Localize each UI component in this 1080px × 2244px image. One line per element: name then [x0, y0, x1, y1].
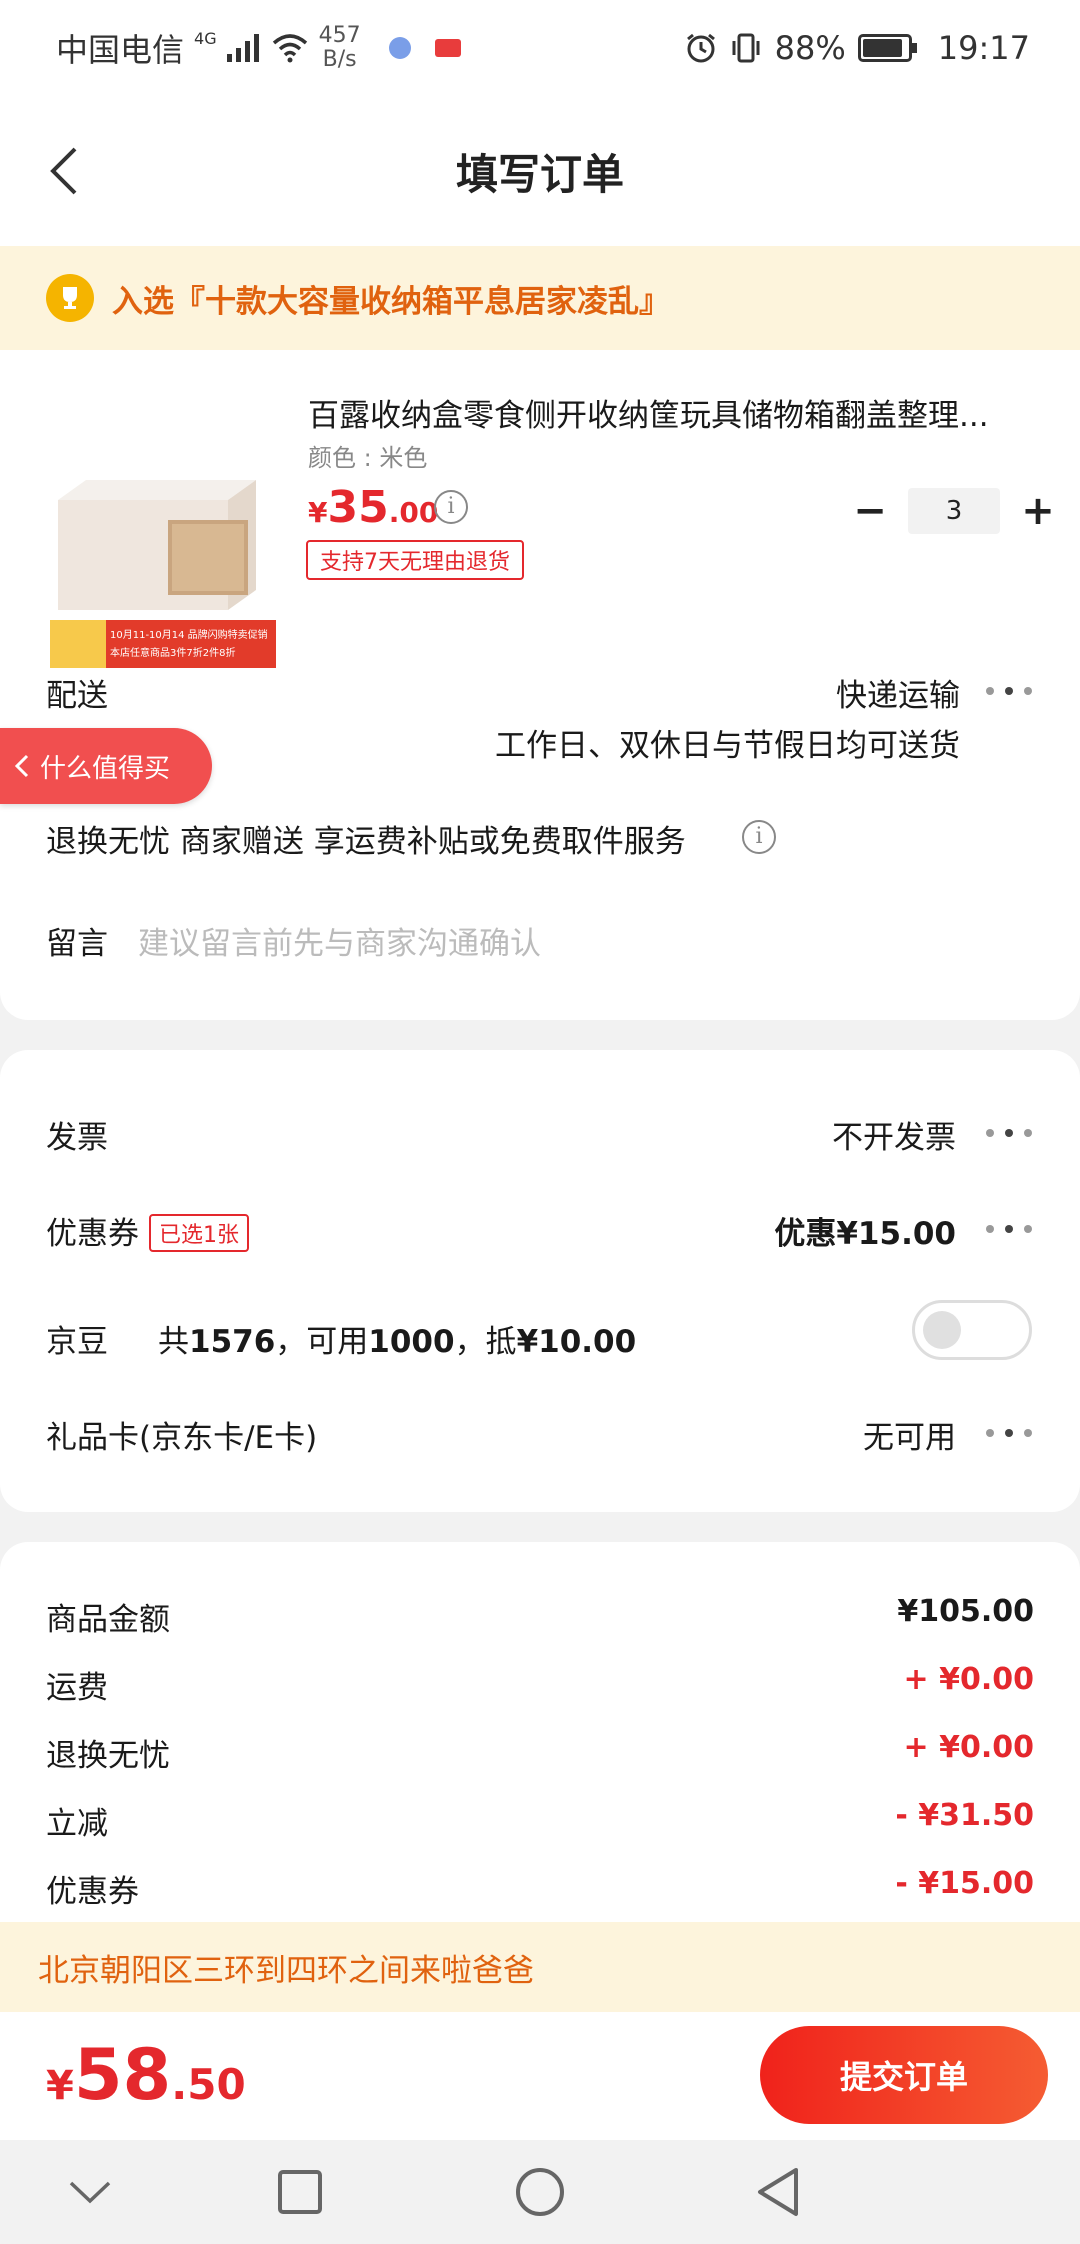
jingdou-desc: 共1576，可用1000，抵¥10.00	[158, 1324, 637, 1360]
vibrate-icon	[732, 33, 760, 63]
delivery-method[interactable]: 快递运输	[836, 670, 960, 715]
payment-options-card: 发票 不开发票 优惠券 已选1张 优惠¥15.00 京豆 共1576，可用1000…	[0, 1050, 1080, 1512]
smzdm-float-button[interactable]: 什么值得买	[0, 728, 212, 804]
summary-value: + ¥0.00	[903, 1730, 1034, 1765]
chevron-left-icon	[50, 147, 77, 195]
coupon-row[interactable]: 优惠券 已选1张	[46, 1208, 249, 1255]
coupon-more-icon[interactable]	[986, 1224, 1032, 1234]
collapse-button[interactable]	[60, 2162, 120, 2222]
invoice-label: 发票	[46, 1120, 108, 1156]
square-icon	[278, 2170, 322, 2214]
banner-text: 入选『十款大容量收纳箱平息居家凌乱』	[112, 283, 670, 320]
app-badge-icon	[434, 39, 461, 57]
float-button-label: 什么值得买	[40, 753, 171, 784]
alarm-icon	[686, 33, 715, 63]
product-price: ¥35.00	[308, 482, 439, 533]
summary-label: 立减	[46, 1806, 108, 1842]
address-bar[interactable]: 北京朝阳区三环到四环之间来啦爸爸	[0, 1922, 1080, 2012]
summary-label: 退换无忧	[46, 1738, 170, 1774]
home-button[interactable]	[510, 2162, 570, 2222]
product-card: 10月11-10月14 品牌闪购特卖促销 本店任意商品3件7折2件8折 百露收纳…	[0, 350, 1080, 1020]
invoice-more-icon[interactable]	[986, 1128, 1032, 1138]
order-total: ¥58.50	[46, 2034, 246, 2116]
minus-button[interactable]: −	[852, 488, 888, 534]
chevron-left-icon	[14, 754, 29, 778]
battery-icon	[857, 34, 917, 62]
jingdou-toggle[interactable]	[912, 1300, 1032, 1360]
summary-label: 商品金额	[46, 1602, 170, 1638]
delivery-note: 工作日、双休日与节假日均可送货	[495, 728, 960, 764]
return-policy-tag: 支持7天无理由退货	[306, 540, 524, 580]
recents-button[interactable]	[270, 2162, 330, 2222]
system-nav-bar	[0, 2140, 1080, 2244]
system-back-button[interactable]	[748, 2162, 808, 2222]
address-text: 北京朝阳区三环到四环之间来啦爸爸	[38, 1952, 534, 1989]
chevron-down-icon	[69, 2181, 111, 2204]
delivery-more-icon[interactable]	[986, 686, 1032, 696]
coupon-label: 优惠券	[46, 1216, 139, 1252]
trophy-icon	[46, 274, 94, 322]
return-service-info-icon[interactable]: i	[742, 820, 776, 854]
nav-bar: 填写订单	[0, 96, 1080, 246]
wifi-icon	[272, 34, 307, 63]
summary-label: 运费	[46, 1670, 108, 1706]
invoice-value[interactable]: 不开发票	[832, 1112, 956, 1157]
checkout-bar: ¥58.50 提交订单	[0, 2012, 1080, 2140]
quantity-stepper: − 3 +	[852, 488, 1056, 534]
product-spec[interactable]: 颜色 : 米色	[308, 438, 427, 473]
page-title: 填写订单	[455, 149, 624, 199]
product-title[interactable]: 百露收纳盒零食侧开收纳筐玩具储物箱翻盖整理...	[308, 390, 1028, 435]
price-summary-card: 商品金额 ¥105.00 运费 + ¥0.00 退换无忧 + ¥0.00 立减 …	[0, 1542, 1080, 1922]
summary-value: - ¥15.00	[895, 1866, 1034, 1901]
submit-order-button[interactable]: 提交订单	[760, 2026, 1048, 2124]
carrier-label: 中国电信	[56, 31, 185, 69]
gift-card-label: 礼品卡(京东卡/E卡)	[46, 1420, 318, 1456]
summary-label: 优惠券	[46, 1874, 139, 1910]
product-image-promo-line1: 10月11-10月14 品牌闪购特卖促销	[110, 628, 268, 641]
return-service-text: 退换无忧 商家赠送 享运费补贴或免费取件服务	[46, 824, 686, 860]
summary-value: - ¥31.50	[895, 1798, 1034, 1833]
battery-percent: 88%	[774, 29, 846, 67]
summary-value: ¥105.00	[897, 1594, 1034, 1629]
message-input[interactable]: 建议留言前先与商家沟通确认	[138, 918, 541, 963]
quantity-input[interactable]: 3	[908, 488, 1000, 534]
network-type: 4G	[194, 28, 217, 48]
net-speed: 457 B/s	[318, 23, 361, 72]
back-button[interactable]	[34, 136, 94, 206]
app-notification-icon	[388, 37, 411, 59]
status-bar: 中国电信 4G 457 B/s 88% 19:17	[0, 0, 1080, 96]
circle-icon	[516, 2168, 564, 2216]
product-image-promo-line2: 本店任意商品3件7折2件8折	[110, 646, 235, 659]
jingdou-label: 京豆	[46, 1324, 108, 1360]
delivery-label: 配送	[46, 678, 108, 714]
coupon-value[interactable]: 优惠¥15.00	[774, 1208, 956, 1253]
clock: 19:17	[937, 29, 1030, 67]
ranking-banner[interactable]: 入选『十款大容量收纳箱平息居家凌乱』	[0, 246, 1080, 350]
price-info-icon[interactable]: i	[434, 490, 468, 524]
triangle-back-icon	[758, 2168, 798, 2216]
message-label: 留言	[46, 926, 108, 962]
coupon-selected-tag: 已选1张	[149, 1213, 249, 1252]
product-image[interactable]: 10月11-10月14 品牌闪购特卖促销 本店任意商品3件7折2件8折	[46, 420, 276, 670]
plus-button[interactable]: +	[1020, 488, 1056, 534]
gift-card-value[interactable]: 无可用	[863, 1412, 956, 1457]
summary-value: + ¥0.00	[903, 1662, 1034, 1697]
signal-icon	[226, 34, 259, 62]
gift-card-more-icon[interactable]	[986, 1428, 1032, 1438]
